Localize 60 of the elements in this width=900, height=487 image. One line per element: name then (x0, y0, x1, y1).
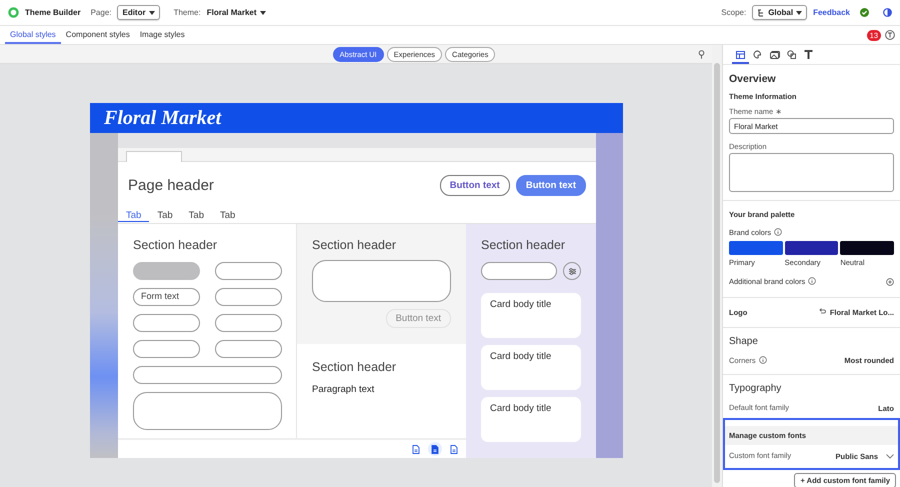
hierarchy-icon (757, 8, 766, 16)
page-header: Page header (128, 176, 215, 194)
input-field[interactable] (215, 314, 282, 332)
pin-icon[interactable] (698, 50, 705, 59)
page-dropdown[interactable]: Editor (117, 5, 160, 20)
section-header: Section header (481, 238, 566, 252)
scrollbar[interactable] (714, 63, 720, 483)
theme-label: Theme: (174, 8, 201, 17)
section-title: Typography (729, 383, 782, 394)
input-field[interactable] (481, 262, 557, 280)
text-area[interactable] (133, 392, 282, 430)
panel-title: Overview (729, 73, 777, 85)
page-label: Page: (90, 8, 112, 17)
preview-button: Button text (386, 309, 451, 328)
scope-dropdown[interactable]: Global (752, 5, 808, 20)
info-icon[interactable] (808, 277, 816, 285)
filter-button[interactable] (563, 262, 581, 280)
chevron-down-icon (886, 454, 894, 459)
document-icon[interactable] (428, 442, 442, 456)
check-circle-icon (860, 8, 869, 17)
undo-icon[interactable] (818, 308, 826, 314)
preview-button[interactable]: Button text (516, 174, 586, 196)
contrast-icon[interactable] (883, 8, 892, 17)
input-field[interactable] (133, 314, 200, 332)
section-header: Section header (312, 238, 398, 252)
feedback-link[interactable]: Feedback (813, 8, 850, 17)
section-header: Section header (312, 360, 398, 374)
info-icon[interactable] (774, 228, 782, 236)
input-field[interactable]: Form text (133, 288, 200, 306)
section-title: Shape (729, 336, 759, 347)
preview-button[interactable]: Button text (440, 174, 510, 196)
theme-dropdown[interactable]: Floral Market (206, 8, 266, 17)
add-circle-icon[interactable] (886, 278, 894, 286)
input-field[interactable] (215, 288, 282, 306)
color-swatch[interactable] (729, 241, 783, 255)
tab[interactable]: Component styles (60, 26, 135, 44)
app-logo-icon (8, 7, 19, 18)
description-field[interactable] (729, 153, 894, 192)
color-swatch[interactable] (784, 241, 838, 255)
preview-tab[interactable]: Tab (212, 210, 244, 222)
card: Card body title (481, 293, 581, 338)
info-icon[interactable] (758, 356, 767, 364)
card: Card body title (481, 345, 581, 390)
preview-tab[interactable]: Tab (180, 210, 212, 222)
card: Card body title (481, 397, 581, 442)
input-field[interactable] (133, 366, 282, 384)
input-field[interactable] (215, 340, 282, 358)
sliders-icon (568, 266, 576, 276)
brand-logo: Floral Market (104, 106, 222, 130)
input-field[interactable] (133, 340, 200, 358)
color-swatch[interactable] (840, 241, 894, 255)
tab[interactable]: Image styles (134, 26, 190, 44)
text-area[interactable] (312, 260, 451, 302)
scope-label: Scope: (721, 8, 746, 17)
input-field[interactable] (215, 262, 282, 280)
app-title: Theme Builder (25, 8, 81, 17)
section-header: Section header (133, 238, 218, 252)
paragraph-text: Paragraph text (312, 384, 376, 395)
preview-tab[interactable]: Tab (149, 210, 181, 222)
preview-tab[interactable]: Tab (118, 210, 150, 222)
